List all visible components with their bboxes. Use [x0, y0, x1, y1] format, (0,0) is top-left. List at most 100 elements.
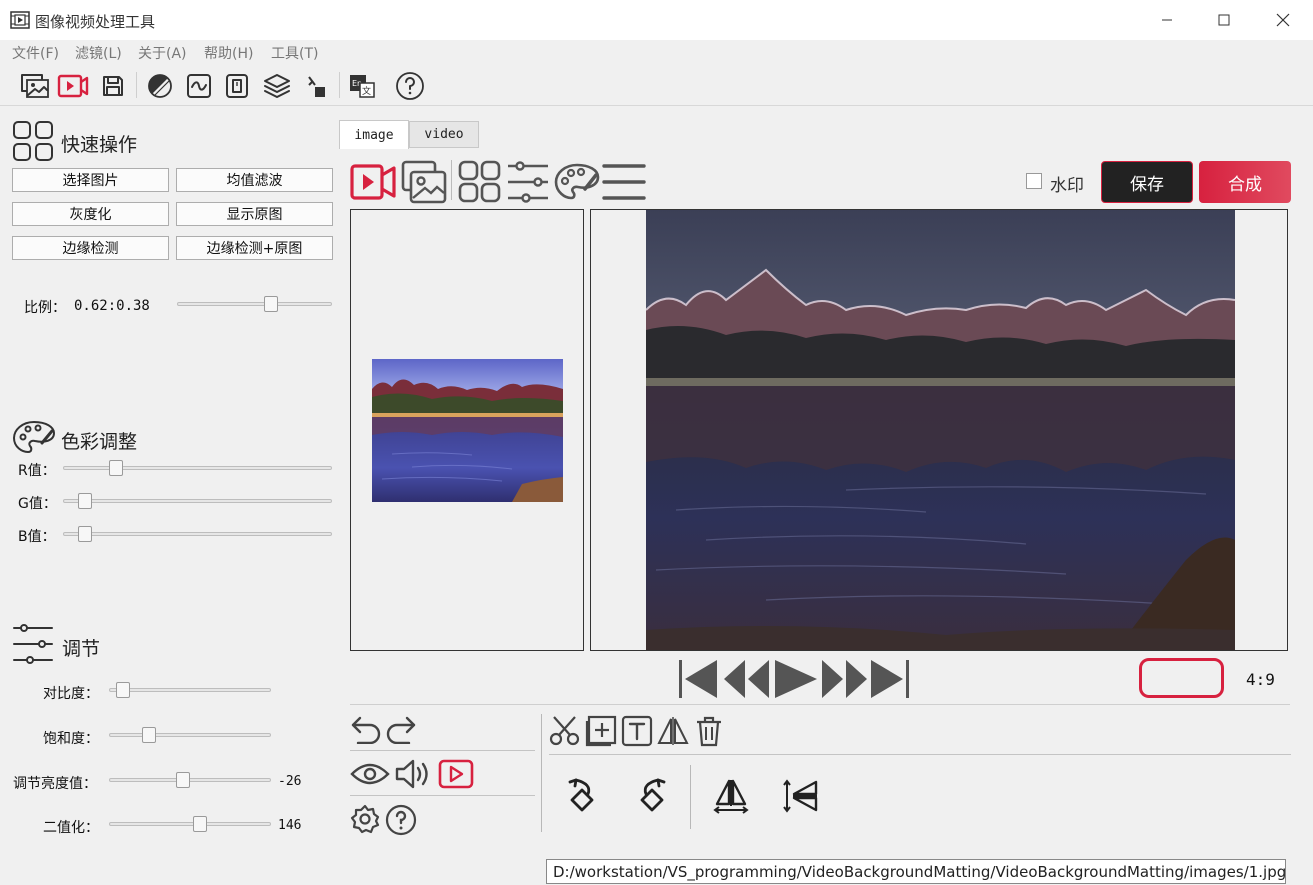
translate-button[interactable]: En 文	[346, 71, 378, 101]
menu-file[interactable]: 文件(F)	[12, 43, 59, 63]
crop-button[interactable]	[300, 71, 332, 101]
thumbnail-image[interactable]	[372, 359, 563, 502]
title-bar: 图像视频处理工具	[0, 0, 1313, 40]
menu-help[interactable]: 帮助(H)	[204, 43, 253, 63]
minimize-button[interactable]	[1138, 0, 1196, 40]
watermark-label: 水印	[1050, 176, 1084, 196]
open-video-button[interactable]	[57, 71, 89, 101]
fast-forward-icon	[822, 660, 867, 698]
help-button[interactable]	[394, 71, 426, 101]
divider	[541, 714, 542, 832]
dial-icon	[226, 74, 248, 98]
add-box-icon	[585, 715, 617, 747]
compose-button[interactable]: 合成	[1199, 161, 1291, 203]
slider-thumb[interactable]	[78, 493, 92, 509]
mirror-button[interactable]	[657, 715, 689, 747]
divider	[350, 704, 1290, 705]
volume-button[interactable]	[395, 758, 433, 790]
curve-button[interactable]	[183, 71, 215, 101]
contrast-slider[interactable]	[109, 682, 271, 698]
undo-button[interactable]	[350, 714, 382, 744]
layers-icon	[264, 74, 290, 98]
redo-button[interactable]	[385, 714, 417, 744]
video-mode-button[interactable]	[350, 160, 398, 204]
flip-vertical-button[interactable]	[782, 778, 820, 814]
slider-thumb[interactable]	[176, 772, 190, 788]
play-box-icon	[438, 759, 474, 789]
text-icon	[621, 715, 653, 747]
layout-grid-button[interactable]	[458, 160, 502, 204]
g-slider[interactable]	[63, 493, 332, 509]
play-video-button[interactable]	[438, 759, 474, 789]
eye-icon	[350, 763, 390, 785]
divider	[549, 754, 1291, 755]
edge-plus-original-button[interactable]: 边缘检测+原图	[176, 236, 333, 260]
save-toolbar-button[interactable]	[97, 71, 129, 101]
tab-image[interactable]: image	[339, 120, 409, 149]
slider-thumb[interactable]	[142, 727, 156, 743]
toolbar-divider	[136, 72, 137, 98]
edge-detect-button[interactable]: 边缘检测	[12, 236, 169, 260]
tab-video[interactable]: video	[409, 121, 479, 148]
binarize-slider[interactable]	[109, 816, 271, 832]
help-button-bottom[interactable]	[385, 804, 417, 836]
rotate-left-button[interactable]	[566, 778, 598, 814]
menu-lines-button[interactable]	[602, 162, 646, 202]
slider-thumb[interactable]	[116, 682, 130, 698]
maximize-button[interactable]	[1195, 0, 1253, 40]
help-icon	[396, 72, 424, 100]
open-image-button[interactable]	[19, 71, 51, 101]
gear-icon	[350, 804, 380, 834]
delete-button[interactable]	[693, 715, 725, 747]
settings-sliders-button[interactable]	[506, 160, 550, 204]
menu-tools[interactable]: 工具(T)	[271, 43, 318, 63]
menu-filter[interactable]: 滤镜(L)	[75, 43, 122, 63]
settings-button[interactable]	[350, 804, 380, 834]
quick-ops-title: 快速操作	[61, 134, 138, 156]
slider-thumb[interactable]	[109, 460, 123, 476]
layers-button[interactable]	[261, 71, 293, 101]
ratio-slider[interactable]	[177, 296, 332, 312]
record-button[interactable]	[1139, 658, 1224, 698]
save-button[interactable]: 保存	[1101, 161, 1193, 203]
select-image-button[interactable]: 选择图片	[12, 168, 169, 192]
open-video-icon	[57, 74, 89, 98]
cut-button[interactable]	[549, 715, 581, 747]
menu-about[interactable]: 关于(A)	[138, 43, 187, 63]
color-palette-button[interactable]	[554, 162, 600, 202]
r-slider[interactable]	[63, 460, 332, 476]
contrast-label: 对比度：	[43, 686, 99, 702]
preview-eye-button[interactable]	[350, 760, 390, 788]
close-button[interactable]	[1254, 0, 1312, 40]
slider-thumb[interactable]	[193, 816, 207, 832]
flip-horizontal-button[interactable]	[712, 778, 750, 814]
g-label: G值：	[18, 496, 57, 512]
divider	[350, 750, 535, 751]
brightness-slider[interactable]	[109, 772, 271, 788]
mean-filter-button[interactable]: 均值滤波	[176, 168, 333, 192]
scissors-icon	[549, 716, 580, 746]
slider-thumb[interactable]	[78, 526, 92, 542]
watermark-checkbox[interactable]	[1026, 173, 1042, 189]
playback-controls	[677, 657, 913, 701]
grayscale-quick-button[interactable]: 灰度化	[12, 202, 169, 226]
slider-thumb[interactable]	[264, 296, 278, 312]
rewind-icon	[724, 660, 769, 698]
brightness-value: -26	[278, 774, 302, 789]
add-text-button[interactable]	[621, 715, 653, 747]
color-adjust-title: 色彩调整	[61, 431, 138, 453]
divider	[350, 795, 535, 796]
add-clip-button[interactable]	[585, 715, 617, 747]
ratio-label: 比例：	[24, 300, 66, 316]
show-original-button[interactable]: 显示原图	[176, 202, 333, 226]
main-preview-image[interactable]	[646, 210, 1235, 650]
saturation-slider[interactable]	[109, 727, 271, 743]
rotate-right-button[interactable]	[636, 778, 668, 814]
r-label: R值：	[18, 463, 56, 479]
b-slider[interactable]	[63, 526, 332, 542]
image-mode-button[interactable]	[401, 160, 447, 204]
toolbar-divider	[339, 72, 340, 98]
dial-button[interactable]	[221, 71, 253, 101]
grayscale-button[interactable]	[144, 71, 176, 101]
sliders-icon	[508, 161, 548, 203]
